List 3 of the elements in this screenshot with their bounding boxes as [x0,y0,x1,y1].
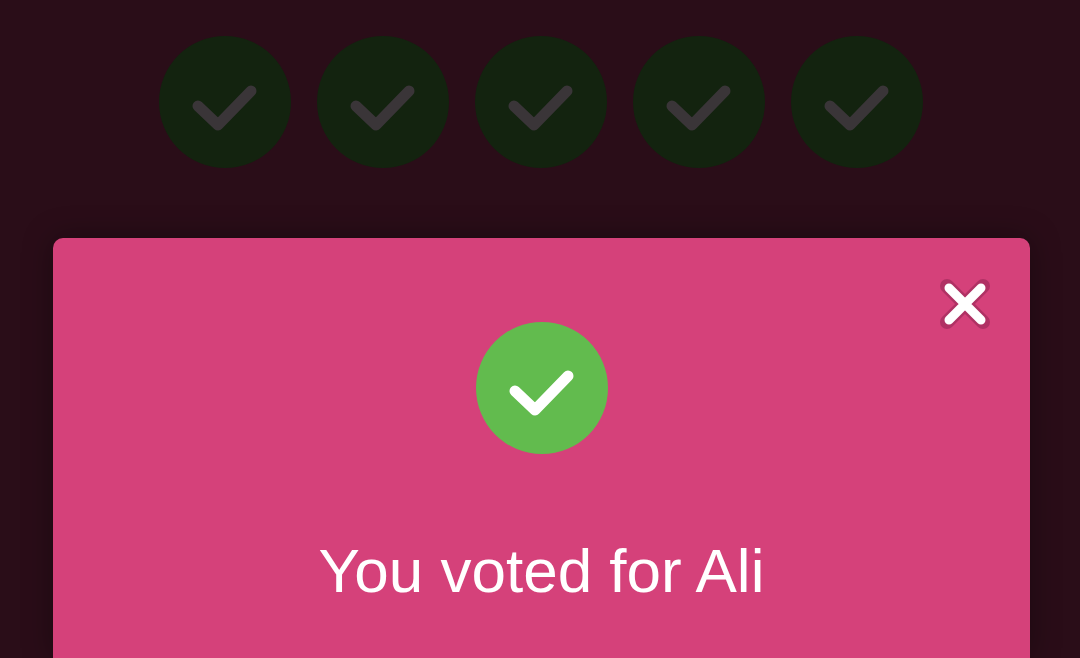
confirmation-message: You voted for Ali [318,535,765,607]
close-icon [939,278,991,330]
close-button[interactable] [939,278,991,330]
